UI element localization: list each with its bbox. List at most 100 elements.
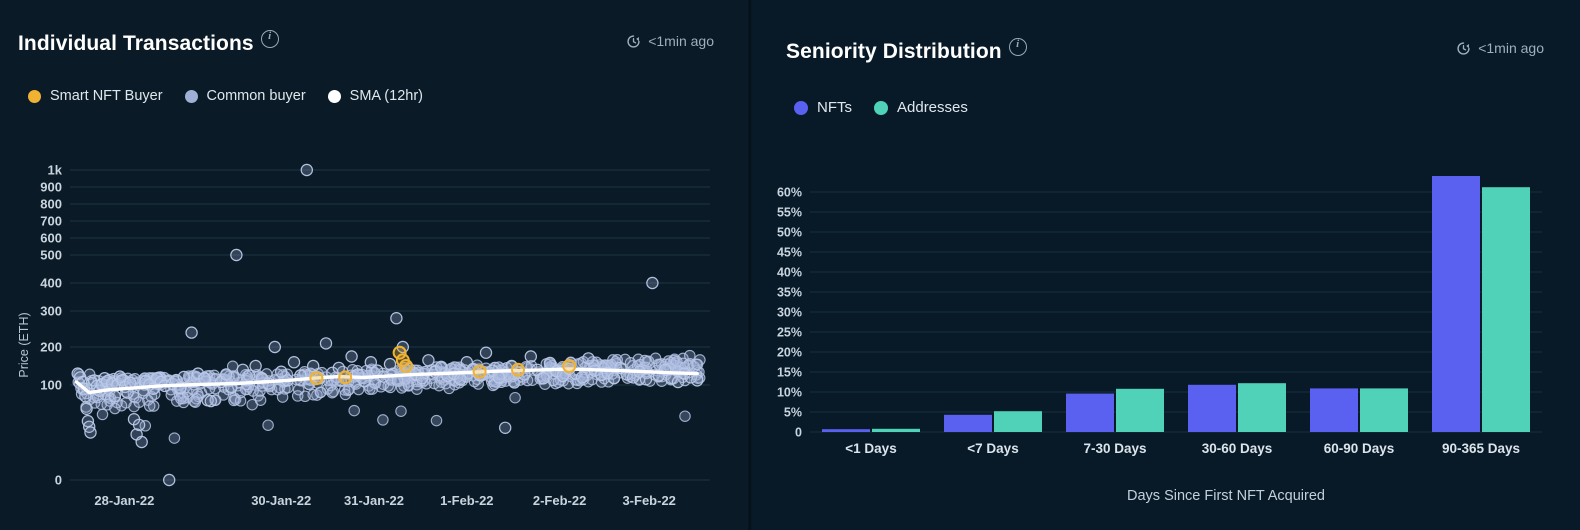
bar-nfts[interactable] <box>944 414 992 432</box>
scatter-point <box>691 358 704 371</box>
scatter-point <box>198 372 211 385</box>
scatter-point <box>411 383 423 395</box>
bar-addresses[interactable] <box>1360 388 1408 432</box>
scatter-point <box>228 394 240 407</box>
scatter-point <box>143 400 156 412</box>
y-axis-tick-label: 30% <box>777 306 802 320</box>
y-axis-tick-label: 25% <box>777 326 802 340</box>
y-axis-tick-label: 600 <box>40 231 62 246</box>
scatter-point <box>691 374 704 387</box>
smart-buyer-point <box>511 362 525 377</box>
scatter-point <box>249 359 262 373</box>
scatter-point <box>326 386 338 399</box>
y-axis-tick-label: 800 <box>40 197 62 212</box>
smart-buyer-point <box>338 370 353 385</box>
bar-nfts[interactable] <box>1432 176 1480 432</box>
scatter-point <box>377 414 389 426</box>
scatter-point <box>383 357 397 371</box>
seniority-distribution-panel: Seniority Distribution <1min ago NFTs <box>752 0 1580 530</box>
x-axis-category-label: <1 Days <box>845 441 896 456</box>
scatter-point <box>307 359 320 373</box>
bar-nfts[interactable] <box>1188 384 1236 432</box>
scatter-point <box>343 383 355 396</box>
x-axis-title: Days Since First NFT Acquired <box>1127 488 1325 504</box>
smart-buyer-point <box>399 359 413 373</box>
x-axis-tick-label: 31-Jan-22 <box>344 493 404 508</box>
scatter-point <box>345 350 358 363</box>
scatter-point <box>300 163 313 177</box>
scatter-point <box>639 373 653 386</box>
scatter-point <box>80 402 93 415</box>
scatter-point <box>575 371 589 384</box>
scatter-point <box>671 355 683 368</box>
y-axis-tick-label: 45% <box>777 246 802 260</box>
bar-addresses[interactable] <box>994 411 1042 432</box>
x-axis-tick-label: 30-Jan-22 <box>251 493 311 508</box>
scatter-point <box>348 404 360 417</box>
scatter-point <box>422 354 435 367</box>
x-axis-category-label: 7-30 Days <box>1083 441 1146 456</box>
x-axis-tick-label: 2-Feb-22 <box>533 493 586 508</box>
y-axis-tick-label: 1k <box>48 163 63 178</box>
scatter-point <box>395 405 407 417</box>
analytics-dashboard: Individual Transactions <1min ago Smart … <box>0 0 1580 530</box>
scatter-point <box>607 372 621 385</box>
seniority-distribution-chart[interactable]: 60% 55% 50% 45% 40% 35% 30% 25% 20% 15% 10% 5% 0 <1 D… <box>752 0 1580 530</box>
bar-nfts[interactable] <box>1310 388 1358 432</box>
scatter-point <box>646 276 659 290</box>
bar-addresses[interactable] <box>872 428 920 432</box>
scatter-point <box>454 373 467 386</box>
scatter-point <box>299 390 311 403</box>
y-axis-tick-label: 35% <box>777 286 802 300</box>
scatter-point <box>479 346 493 359</box>
individual-transactions-chart[interactable]: 1k 900 800 700 600 500 400 300 200 100 0 Price (ETH… <box>0 0 748 530</box>
scatter-point <box>185 326 198 339</box>
scatter-point <box>262 419 274 431</box>
x-axis-category-label: 60-90 Days <box>1324 441 1395 456</box>
bar-addresses[interactable] <box>1116 388 1164 432</box>
scatter-point <box>537 372 550 385</box>
smart-buyer-point <box>309 371 324 386</box>
y-axis-tick-label: 500 <box>40 248 62 263</box>
scatter-point <box>314 386 327 399</box>
scatter-point <box>319 337 333 350</box>
y-axis-tick-label: 0 <box>55 473 62 488</box>
scatter-point <box>499 421 512 434</box>
scatter-point <box>84 426 97 439</box>
y-axis-tick-label: 5% <box>784 406 802 420</box>
scatter-point <box>430 414 443 427</box>
scatter-point <box>188 395 200 408</box>
y-axis-tick-label: 100 <box>40 378 62 393</box>
scatter-point <box>524 350 538 363</box>
x-axis-category-label: 30-60 Days <box>1202 441 1273 456</box>
bar-nfts[interactable] <box>1066 393 1114 432</box>
scatter-point <box>268 340 281 354</box>
x-axis-tick-label: 3-Feb-22 <box>622 493 675 508</box>
scatter-point <box>108 390 122 403</box>
y-axis-tick-label: 15% <box>777 366 802 380</box>
scatter-point <box>204 394 217 408</box>
bar-addresses[interactable] <box>1238 383 1286 432</box>
scatter-points-common-buyer <box>71 163 706 487</box>
smart-buyer-point <box>562 359 577 373</box>
x-axis-tick-label: 28-Jan-22 <box>94 493 154 508</box>
y-axis-tick-label: 10% <box>777 386 802 400</box>
bar-addresses[interactable] <box>1482 187 1530 432</box>
smart-buyer-point <box>472 364 487 379</box>
y-axis-tick-label: 400 <box>40 276 62 291</box>
y-axis-tick-label: 55% <box>777 206 802 220</box>
scatter-point <box>162 473 176 487</box>
y-axis-title: Price (ETH) <box>17 312 31 377</box>
scatter-point <box>390 312 403 325</box>
scatter-point <box>219 368 233 381</box>
bar-nfts[interactable] <box>822 429 870 432</box>
scatter-point <box>135 435 148 449</box>
scatter-point <box>230 248 243 262</box>
y-axis-tick-label: 60% <box>777 186 802 200</box>
scatter-point <box>254 394 267 406</box>
scatter-point <box>132 418 146 432</box>
scatter-point <box>375 381 387 393</box>
y-axis-tick-label: 20% <box>777 346 802 360</box>
y-axis-tick-label: 900 <box>40 180 62 195</box>
y-axis-tick-label: 0 <box>795 426 802 440</box>
